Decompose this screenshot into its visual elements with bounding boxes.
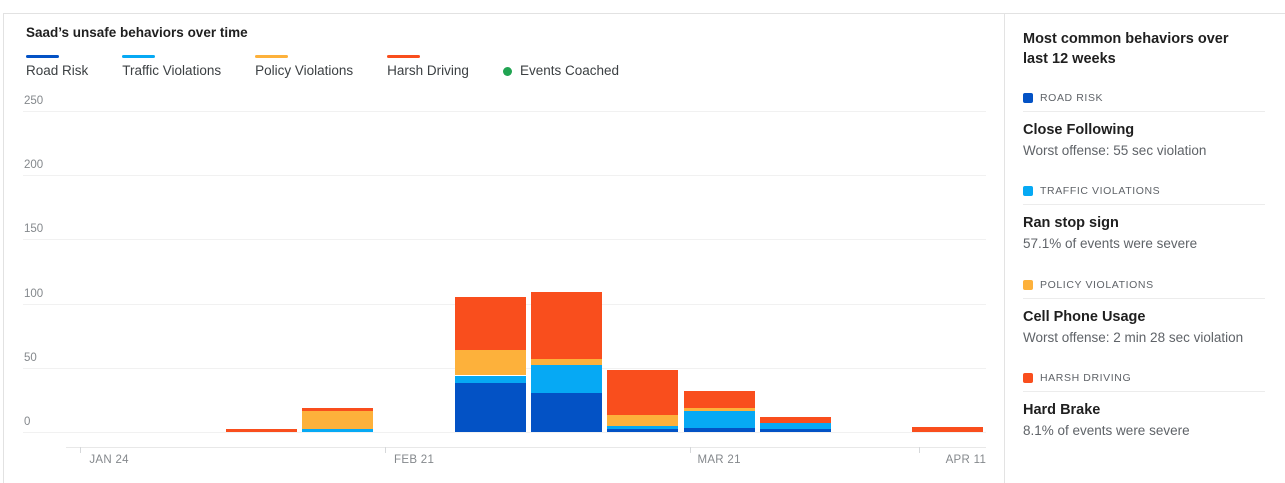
y-axis-tick-label: 50 bbox=[24, 351, 37, 364]
category-header: POLICY VIOLATIONS bbox=[1023, 279, 1265, 291]
y-axis-tick-label: 0 bbox=[24, 416, 31, 428]
bar-segment-harsh-driving-mar-7[interactable] bbox=[531, 292, 603, 359]
x-axis-line bbox=[66, 447, 986, 448]
x-axis-tick bbox=[80, 447, 81, 453]
gridline-y-250 bbox=[23, 111, 986, 112]
traffic-violations-legend-marker-icon bbox=[122, 55, 156, 58]
category-label: TRAFFIC VIOLATIONS bbox=[1040, 185, 1161, 198]
bar-segment-road-risk-mar-28[interactable] bbox=[759, 429, 831, 432]
category-header: HARSH DRIVING bbox=[1023, 372, 1265, 384]
legend-item-label: Road Risk bbox=[26, 63, 89, 78]
x-axis-tick-label: FEB 21 bbox=[394, 454, 435, 466]
summary-sidebar: Most common behaviors over last 12 weeks… bbox=[1005, 14, 1285, 483]
bar-segment-harsh-driving-mar-21[interactable] bbox=[683, 390, 755, 408]
bar-segment-harsh-driving-feb-7[interactable] bbox=[226, 429, 298, 432]
bar-segment-harsh-driving-feb-28[interactable] bbox=[454, 297, 526, 350]
bar-segment-road-risk-mar-14[interactable] bbox=[607, 429, 679, 432]
bar-segment-traffic-violations-mar-7[interactable] bbox=[531, 365, 603, 394]
bar-segment-harsh-driving-mar-14[interactable] bbox=[607, 370, 679, 416]
gridline-y-0 bbox=[23, 432, 986, 433]
y-axis-tick-label: 250 bbox=[24, 95, 44, 107]
divider bbox=[1023, 204, 1265, 206]
behavior-name: Close Following bbox=[1023, 121, 1135, 138]
category-header: ROAD RISK bbox=[1023, 92, 1265, 104]
bar-segment-harsh-driving-feb-14[interactable] bbox=[302, 407, 374, 412]
chart-panel: Saad’s unsafe behaviors over time Road R… bbox=[4, 14, 1005, 483]
x-axis-tick-label: JAN 24 bbox=[89, 454, 129, 466]
bar-segment-traffic-violations-mar-14[interactable] bbox=[607, 425, 679, 430]
dashboard-canvas: Saad’s unsafe behaviors over time Road R… bbox=[0, 0, 1285, 483]
bar-segment-traffic-violations-mar-21[interactable] bbox=[683, 411, 755, 429]
bar-segment-harsh-driving-apr-11[interactable] bbox=[912, 426, 984, 432]
bar-segment-road-risk-mar-7[interactable] bbox=[531, 393, 603, 432]
bar-segment-policy-violations-mar-7[interactable] bbox=[531, 358, 603, 366]
bar-segment-traffic-violations-feb-14[interactable] bbox=[302, 429, 374, 432]
behavior-description: Worst offense: 2 min 28 sec violation bbox=[1023, 329, 1244, 345]
legend-item-label: Harsh Driving bbox=[387, 63, 469, 78]
chart-title: Saad’s unsafe behaviors over time bbox=[26, 25, 248, 40]
gridline-y-150 bbox=[23, 239, 986, 241]
behavior-name: Hard Brake bbox=[1023, 402, 1101, 419]
x-axis-tick bbox=[690, 447, 691, 453]
divider bbox=[1023, 110, 1265, 112]
divider bbox=[1023, 391, 1265, 393]
policy-violations-legend-marker-icon bbox=[255, 55, 289, 58]
category-block-road-risk: ROAD RISK Close Following Worst offense:… bbox=[1023, 92, 1265, 161]
bar-segment-harsh-driving-mar-28[interactable] bbox=[759, 416, 831, 423]
bar-segment-policy-violations-mar-21[interactable] bbox=[683, 407, 755, 412]
legend-item-harsh-driving[interactable]: Harsh Driving bbox=[387, 55, 469, 79]
road-risk-swatch-icon bbox=[1023, 92, 1033, 103]
legend-item-events-coached[interactable]: Events Coached bbox=[502, 55, 619, 79]
category-block-traffic-violations: TRAFFIC VIOLATIONS Ran stop sign 57.1% o… bbox=[1023, 185, 1265, 254]
behavior-description: Worst offense: 55 sec violation bbox=[1023, 142, 1207, 158]
legend-item-traffic-violations[interactable]: Traffic Violations bbox=[122, 55, 221, 79]
bar-segment-policy-violations-feb-28[interactable] bbox=[454, 349, 526, 376]
behavior-name: Cell Phone Usage bbox=[1023, 308, 1146, 325]
legend-item-label: Traffic Violations bbox=[122, 63, 222, 78]
y-axis-tick-label: 100 bbox=[24, 287, 44, 300]
legend-item-road-risk[interactable]: Road Risk bbox=[26, 55, 88, 79]
behavior-description: 8.1% of events were severe bbox=[1023, 423, 1190, 439]
bar-segment-policy-violations-mar-14[interactable] bbox=[607, 415, 679, 426]
bar-segment-traffic-violations-feb-28[interactable] bbox=[454, 375, 526, 384]
traffic-violations-swatch-icon bbox=[1023, 186, 1033, 197]
x-axis-tick-label: APR 11 bbox=[945, 454, 987, 466]
behavior-name: Ran stop sign bbox=[1023, 215, 1119, 232]
legend-item-label: Events Coached bbox=[519, 63, 619, 78]
legend-item-policy-violations[interactable]: Policy Violations bbox=[255, 55, 353, 79]
behavior-description: 57.1% of events were severe bbox=[1023, 236, 1198, 252]
chart-legend: Road Risk Traffic Violations Policy Violat… bbox=[26, 55, 619, 79]
events-coached-legend-marker-icon bbox=[502, 66, 512, 76]
x-axis-tick bbox=[385, 447, 386, 453]
category-header: TRAFFIC VIOLATIONS bbox=[1023, 185, 1265, 197]
divider bbox=[1023, 297, 1265, 299]
gridline-y-200 bbox=[23, 175, 986, 177]
bar-segment-traffic-violations-mar-28[interactable] bbox=[759, 423, 831, 430]
category-block-harsh-driving: HARSH DRIVING Hard Brake 8.1% of events … bbox=[1023, 372, 1265, 441]
category-label: HARSH DRIVING bbox=[1040, 372, 1132, 385]
bar-segment-road-risk-feb-28[interactable] bbox=[454, 383, 526, 432]
y-axis-tick-label: 200 bbox=[24, 159, 44, 172]
road-risk-legend-marker-icon bbox=[26, 55, 59, 58]
category-label: ROAD RISK bbox=[1040, 91, 1104, 104]
behaviors-card: Saad’s unsafe behaviors over time Road R… bbox=[3, 13, 1285, 483]
category-block-policy-violations: POLICY VIOLATIONS Cell Phone Usage Worst… bbox=[1023, 279, 1265, 348]
bar-segment-policy-violations-feb-14[interactable] bbox=[302, 411, 374, 430]
chart-plot-area: 0 50 100 150 200 250 JAN 24 FEB 21 MAR 21 APR 11 bbox=[23, 95, 987, 471]
y-axis-tick-label: 150 bbox=[24, 223, 44, 236]
harsh-driving-swatch-icon bbox=[1023, 373, 1033, 384]
sidebar-title: Most common behaviors over last 12 weeks bbox=[1023, 31, 1229, 68]
category-label: POLICY VIOLATIONS bbox=[1040, 278, 1154, 291]
legend-item-label: Policy Violations bbox=[255, 63, 354, 78]
policy-violations-swatch-icon bbox=[1023, 279, 1033, 290]
x-axis-tick bbox=[918, 447, 920, 453]
harsh-driving-legend-marker-icon bbox=[387, 55, 421, 58]
bar-segment-road-risk-mar-21[interactable] bbox=[683, 428, 755, 432]
x-axis-tick-label: MAR 21 bbox=[697, 454, 741, 466]
